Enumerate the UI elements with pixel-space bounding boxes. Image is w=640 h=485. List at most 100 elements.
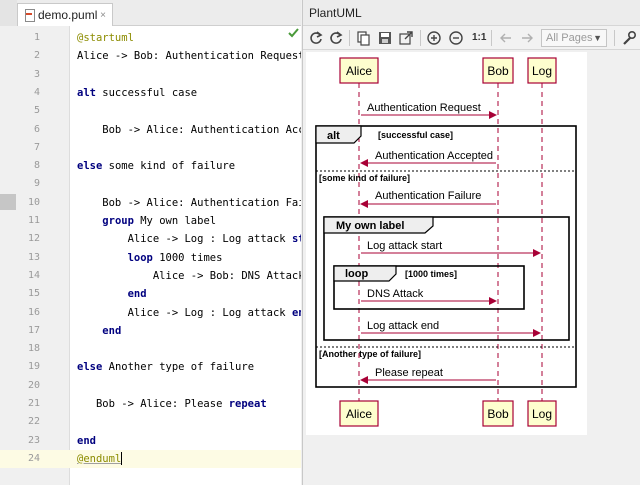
code-editor-pane[interactable]: demo.puml × @startuml Alice -> Bob: Authe… [0, 0, 301, 485]
alt-condition: [Another type of failure] [319, 349, 421, 359]
code-text: Bob -> Alice: Please [77, 398, 229, 410]
page-select-value: All Pages [546, 32, 593, 44]
copy-icon[interactable] [355, 29, 373, 47]
participant-bob-bottom: Bob [482, 400, 514, 427]
code-keyword: else [77, 361, 103, 374]
code-text: My own label [133, 215, 217, 227]
line-number: 18 [27, 343, 40, 355]
code-keyword: end [77, 434, 96, 447]
code-text: Alice -> Bob: Authentication Request [77, 50, 301, 63]
code-line[interactable]: loop 1000 times [77, 249, 223, 267]
code-line[interactable]: Bob -> Alice: Authentication Accepte [77, 121, 301, 139]
code-line[interactable]: Bob -> Alice: Please repeat [77, 395, 267, 413]
open-external-icon[interactable] [397, 29, 415, 47]
code-line[interactable]: group My own label [77, 212, 216, 230]
tab-demo-puml[interactable]: demo.puml × [17, 3, 113, 26]
participant-label: Alice [346, 64, 372, 78]
alt-condition: [some kind of failure] [319, 173, 410, 183]
line-number: 3 [33, 68, 40, 80]
message-label: Log attack end [367, 320, 439, 332]
line-number: 16 [27, 306, 40, 318]
code-keyword: alt [77, 86, 96, 99]
code-text: Bob -> Alice: Authentication Accepte [102, 123, 301, 136]
code-line[interactable]: Alice -> Bob: DNS Attack [77, 267, 301, 285]
line-number: 1 [33, 32, 40, 43]
editor-tab-bar: demo.puml × [0, 0, 301, 26]
toolbar-separator [491, 30, 492, 46]
refresh-icon[interactable] [307, 29, 325, 47]
code-line[interactable]: Bob -> Alice: Authentication Failure [77, 194, 301, 212]
participant-alice-top: Alice [339, 57, 379, 84]
toolbar-separator [420, 30, 421, 46]
forward-arrow-icon[interactable] [518, 29, 536, 47]
code-directive: @enduml [77, 452, 122, 465]
zoom-out-icon[interactable] [447, 29, 465, 47]
code-text: Alice -> Log : Log attack [77, 233, 292, 246]
participant-label: Log [532, 407, 552, 421]
code-keyword: star [291, 233, 301, 246]
alt-condition: [successful case] [378, 130, 453, 140]
refresh-all-icon[interactable] [327, 29, 345, 47]
code-keyword: end [127, 288, 147, 301]
code-keyword: loop [127, 251, 153, 264]
participant-label: Bob [487, 64, 509, 78]
code-line[interactable]: @startuml [77, 29, 134, 47]
message-label: Authentication Request [367, 102, 481, 114]
code-line[interactable]: else some kind of failure [77, 157, 235, 175]
code-line[interactable]: @enduml [77, 450, 123, 468]
tab-label: demo.puml [38, 8, 98, 22]
current-line-highlight [0, 450, 301, 468]
line-number: 7 [33, 141, 40, 153]
message-label: Please repeat [375, 367, 443, 379]
line-number: 2 [33, 50, 40, 62]
line-number: 19 [27, 361, 40, 373]
toolbar-separator [614, 30, 615, 46]
code-line[interactable]: end [77, 285, 147, 303]
save-icon[interactable] [376, 29, 394, 47]
actual-size-button[interactable]: 1:1 [472, 29, 486, 47]
group-label: My own label [336, 220, 404, 232]
alt-fragment-frame [315, 125, 577, 388]
message-label: DNS Attack [367, 288, 424, 300]
code-line[interactable]: Alice -> Log : Log attack end [77, 304, 301, 322]
tab-bar-left-strip [0, 0, 17, 26]
message-label: Authentication Accepted [375, 150, 493, 162]
code-line[interactable]: end [77, 432, 96, 450]
code-keyword: end [102, 324, 122, 337]
participant-log-bottom: Log [527, 400, 557, 427]
code-line[interactable]: Alice -> Bob: Authentication Request [77, 47, 301, 65]
text-caret [121, 452, 123, 466]
code-keyword: repeat [228, 398, 267, 410]
settings-wrench-icon[interactable] [620, 29, 638, 47]
page-select-dropdown[interactable]: All Pages ▼ [541, 29, 607, 47]
back-arrow-icon[interactable] [497, 29, 515, 47]
puml-file-icon [24, 9, 35, 22]
message-label: Log attack start [367, 240, 442, 252]
diagram-canvas: Alice Bob Log Authentication Request alt… [306, 52, 587, 435]
line-number: 8 [33, 160, 40, 172]
code-text: Another type of failure [102, 361, 255, 374]
line-number: 5 [33, 105, 40, 117]
code-line[interactable]: else Another type of failure [77, 358, 254, 376]
loop-condition: [1000 times] [405, 269, 457, 279]
plantuml-preview-pane: PlantUML 1:1 All Pages ▼ Alice Bob Log A… [302, 0, 640, 485]
zoom-in-icon[interactable] [425, 29, 443, 47]
line-number: 20 [27, 379, 40, 391]
code-keyword: group [102, 215, 134, 227]
tab-close-icon[interactable]: × [100, 10, 106, 21]
code-text: some kind of failure [102, 160, 236, 173]
line-number: 17 [27, 324, 40, 336]
participant-label: Log [532, 64, 552, 78]
code-line[interactable]: alt successful case [77, 84, 197, 102]
line-number: 10 [27, 196, 40, 208]
preview-title: PlantUML [303, 0, 640, 26]
code-line[interactable]: end [77, 322, 121, 340]
code-line[interactable]: Alice -> Log : Log attack star [77, 230, 301, 248]
line-number: 4 [33, 86, 40, 98]
line-number: 15 [27, 288, 40, 300]
code-directive: @startuml [77, 32, 134, 44]
